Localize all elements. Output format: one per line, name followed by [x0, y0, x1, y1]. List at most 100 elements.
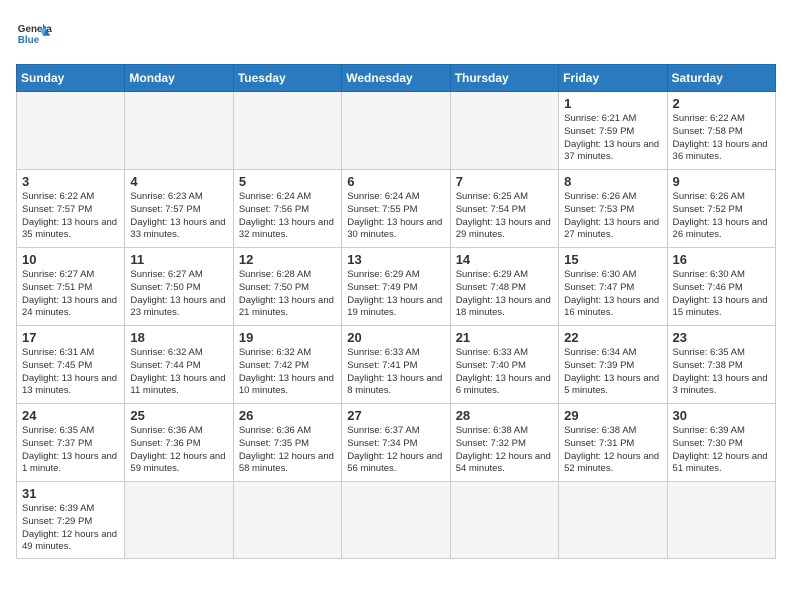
day-info: Sunrise: 6:31 AM Sunset: 7:45 PM Dayligh… [22, 347, 119, 398]
day-number: 26 [239, 408, 336, 423]
day-number: 31 [22, 486, 119, 501]
day-number: 3 [22, 174, 119, 189]
week-row-3: 10 Sunrise: 6:27 AM Sunset: 7:51 PM Dayli… [17, 248, 776, 326]
week-row-5: 24 Sunrise: 6:35 AM Sunset: 7:37 PM Dayli… [17, 404, 776, 482]
calendar-cell [342, 482, 450, 559]
day-number: 4 [130, 174, 227, 189]
calendar-cell [559, 482, 667, 559]
day-number: 7 [456, 174, 553, 189]
weekday-header-row: SundayMondayTuesdayWednesdayThursdayFrid… [17, 65, 776, 92]
day-number: 5 [239, 174, 336, 189]
day-number: 28 [456, 408, 553, 423]
day-number: 1 [564, 96, 661, 111]
day-info: Sunrise: 6:27 AM Sunset: 7:51 PM Dayligh… [22, 269, 119, 320]
weekday-header-wednesday: Wednesday [342, 65, 450, 92]
calendar-cell: 16 Sunrise: 6:30 AM Sunset: 7:46 PM Dayli… [667, 248, 775, 326]
day-info: Sunrise: 6:26 AM Sunset: 7:52 PM Dayligh… [673, 191, 770, 242]
day-info: Sunrise: 6:29 AM Sunset: 7:48 PM Dayligh… [456, 269, 553, 320]
day-number: 23 [673, 330, 770, 345]
day-number: 8 [564, 174, 661, 189]
day-number: 12 [239, 252, 336, 267]
day-info: Sunrise: 6:23 AM Sunset: 7:57 PM Dayligh… [130, 191, 227, 242]
calendar-cell: 10 Sunrise: 6:27 AM Sunset: 7:51 PM Dayli… [17, 248, 125, 326]
calendar-cell: 27Sunrise: 6:37 AM Sunset: 7:34 PM Dayli… [342, 404, 450, 482]
calendar-cell: 8Sunrise: 6:26 AM Sunset: 7:53 PM Daylig… [559, 170, 667, 248]
calendar-cell: 23 Sunrise: 6:35 AM Sunset: 7:38 PM Dayli… [667, 326, 775, 404]
day-info: Sunrise: 6:25 AM Sunset: 7:54 PM Dayligh… [456, 191, 553, 242]
calendar-cell [125, 92, 233, 170]
day-info: Sunrise: 6:38 AM Sunset: 7:31 PM Dayligh… [564, 425, 661, 476]
day-number: 19 [239, 330, 336, 345]
calendar-cell: 7 Sunrise: 6:25 AM Sunset: 7:54 PM Daylig… [450, 170, 558, 248]
calendar-cell [125, 482, 233, 559]
calendar-cell: 24 Sunrise: 6:35 AM Sunset: 7:37 PM Dayli… [17, 404, 125, 482]
day-number: 15 [564, 252, 661, 267]
day-info: Sunrise: 6:33 AM Sunset: 7:40 PM Dayligh… [456, 347, 553, 398]
day-info: Sunrise: 6:24 AM Sunset: 7:56 PM Dayligh… [239, 191, 336, 242]
day-info: Sunrise: 6:28 AM Sunset: 7:50 PM Dayligh… [239, 269, 336, 320]
day-info: Sunrise: 6:30 AM Sunset: 7:46 PM Dayligh… [673, 269, 770, 320]
day-number: 16 [673, 252, 770, 267]
weekday-header-tuesday: Tuesday [233, 65, 341, 92]
calendar-cell: 2Sunrise: 6:22 AM Sunset: 7:58 PM Daylig… [667, 92, 775, 170]
day-number: 2 [673, 96, 770, 111]
day-number: 22 [564, 330, 661, 345]
calendar-cell: 28 Sunrise: 6:38 AM Sunset: 7:32 PM Dayli… [450, 404, 558, 482]
calendar-cell: 1Sunrise: 6:21 AM Sunset: 7:59 PM Daylig… [559, 92, 667, 170]
calendar-cell: 21 Sunrise: 6:33 AM Sunset: 7:40 PM Dayli… [450, 326, 558, 404]
day-info: Sunrise: 6:36 AM Sunset: 7:36 PM Dayligh… [130, 425, 227, 476]
calendar-table: SundayMondayTuesdayWednesdayThursdayFrid… [16, 64, 776, 559]
calendar-cell: 12 Sunrise: 6:28 AM Sunset: 7:50 PM Dayli… [233, 248, 341, 326]
day-info: Sunrise: 6:39 AM Sunset: 7:30 PM Dayligh… [673, 425, 770, 476]
calendar-cell: 30Sunrise: 6:39 AM Sunset: 7:30 PM Dayli… [667, 404, 775, 482]
header: General Blue [16, 16, 776, 52]
calendar-cell: 3 Sunrise: 6:22 AM Sunset: 7:57 PM Daylig… [17, 170, 125, 248]
logo: General Blue [16, 16, 52, 52]
day-number: 10 [22, 252, 119, 267]
day-number: 11 [130, 252, 227, 267]
calendar-cell: 18Sunrise: 6:32 AM Sunset: 7:44 PM Dayli… [125, 326, 233, 404]
day-info: Sunrise: 6:34 AM Sunset: 7:39 PM Dayligh… [564, 347, 661, 398]
calendar-cell: 20Sunrise: 6:33 AM Sunset: 7:41 PM Dayli… [342, 326, 450, 404]
logo-icon: General Blue [16, 16, 52, 52]
day-info: Sunrise: 6:39 AM Sunset: 7:29 PM Dayligh… [22, 503, 119, 554]
week-row-2: 3 Sunrise: 6:22 AM Sunset: 7:57 PM Daylig… [17, 170, 776, 248]
day-info: Sunrise: 6:37 AM Sunset: 7:34 PM Dayligh… [347, 425, 444, 476]
day-info: Sunrise: 6:27 AM Sunset: 7:50 PM Dayligh… [130, 269, 227, 320]
calendar-cell: 17 Sunrise: 6:31 AM Sunset: 7:45 PM Dayli… [17, 326, 125, 404]
weekday-header-friday: Friday [559, 65, 667, 92]
day-number: 17 [22, 330, 119, 345]
weekday-header-sunday: Sunday [17, 65, 125, 92]
day-info: Sunrise: 6:29 AM Sunset: 7:49 PM Dayligh… [347, 269, 444, 320]
calendar-cell: 15 Sunrise: 6:30 AM Sunset: 7:47 PM Dayli… [559, 248, 667, 326]
day-info: Sunrise: 6:36 AM Sunset: 7:35 PM Dayligh… [239, 425, 336, 476]
calendar-cell [450, 92, 558, 170]
day-info: Sunrise: 6:35 AM Sunset: 7:38 PM Dayligh… [673, 347, 770, 398]
svg-text:Blue: Blue [18, 35, 40, 46]
day-number: 29 [564, 408, 661, 423]
day-number: 6 [347, 174, 444, 189]
day-number: 24 [22, 408, 119, 423]
weekday-header-monday: Monday [125, 65, 233, 92]
calendar-cell: 22 Sunrise: 6:34 AM Sunset: 7:39 PM Dayli… [559, 326, 667, 404]
calendar-cell [667, 482, 775, 559]
calendar-cell [17, 92, 125, 170]
day-info: Sunrise: 6:38 AM Sunset: 7:32 PM Dayligh… [456, 425, 553, 476]
day-number: 20 [347, 330, 444, 345]
day-info: Sunrise: 6:30 AM Sunset: 7:47 PM Dayligh… [564, 269, 661, 320]
weekday-header-saturday: Saturday [667, 65, 775, 92]
week-row-1: 1Sunrise: 6:21 AM Sunset: 7:59 PM Daylig… [17, 92, 776, 170]
day-number: 18 [130, 330, 227, 345]
day-info: Sunrise: 6:35 AM Sunset: 7:37 PM Dayligh… [22, 425, 119, 476]
calendar-cell [450, 482, 558, 559]
day-number: 21 [456, 330, 553, 345]
calendar-cell: 13 Sunrise: 6:29 AM Sunset: 7:49 PM Dayli… [342, 248, 450, 326]
calendar-cell: 5 Sunrise: 6:24 AM Sunset: 7:56 PM Daylig… [233, 170, 341, 248]
calendar-cell: 11 Sunrise: 6:27 AM Sunset: 7:50 PM Dayli… [125, 248, 233, 326]
day-info: Sunrise: 6:22 AM Sunset: 7:57 PM Dayligh… [22, 191, 119, 242]
calendar-cell [233, 482, 341, 559]
calendar-cell: 26 Sunrise: 6:36 AM Sunset: 7:35 PM Dayli… [233, 404, 341, 482]
day-info: Sunrise: 6:24 AM Sunset: 7:55 PM Dayligh… [347, 191, 444, 242]
calendar-cell [233, 92, 341, 170]
day-number: 13 [347, 252, 444, 267]
